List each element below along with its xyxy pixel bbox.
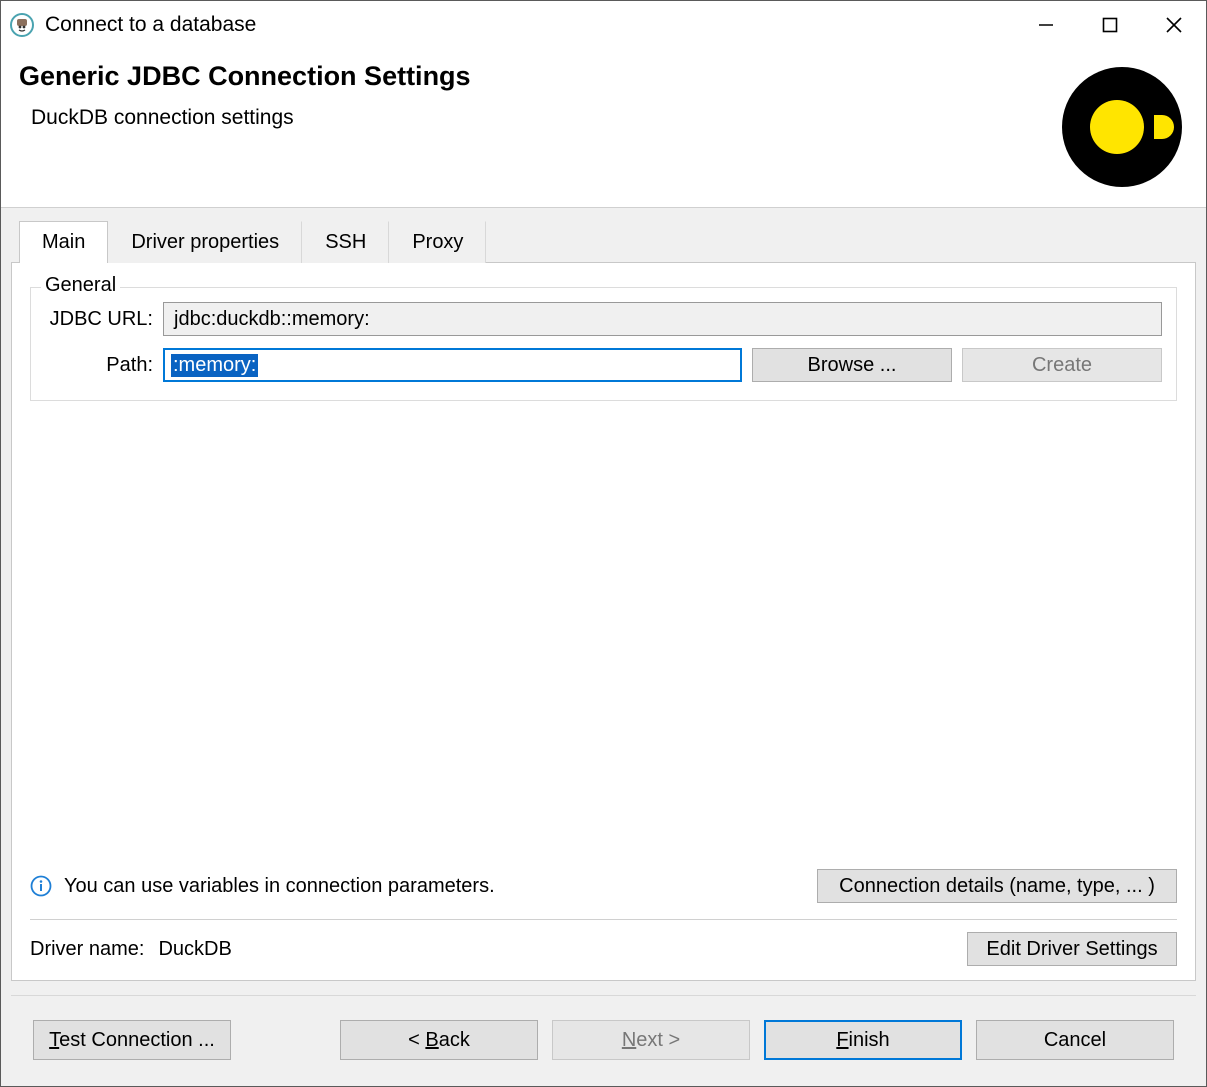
tab-driver-properties[interactable]: Driver properties	[108, 221, 302, 263]
tab-panel-main: General JDBC URL: jdbc:duckdb::memory: P…	[11, 262, 1196, 981]
dialog-header: Generic JDBC Connection Settings DuckDB …	[1, 49, 1206, 207]
connection-details-button[interactable]: Connection details (name, type, ... )	[817, 869, 1177, 903]
header-text: Generic JDBC Connection Settings DuckDB …	[19, 61, 471, 130]
driver-name-label: Driver name:	[30, 938, 144, 961]
dialog-footer: Test Connection ... < Back Next > Finish…	[11, 995, 1196, 1086]
content-area: Main Driver properties SSH Proxy General…	[1, 207, 1206, 1086]
window-controls	[1014, 1, 1206, 49]
page-subtitle: DuckDB connection settings	[19, 106, 471, 130]
info-row: You can use variables in connection para…	[30, 855, 1177, 913]
back-button[interactable]: < Back	[340, 1020, 538, 1060]
driver-name-value: DuckDB	[158, 938, 231, 961]
dialog-window: Connect to a database Generic JDBC Conne…	[0, 0, 1207, 1087]
path-input-value: :memory:	[171, 354, 258, 377]
fieldset-general: General JDBC URL: jdbc:duckdb::memory: P…	[30, 287, 1177, 401]
duckdb-logo-icon	[1062, 67, 1182, 187]
maximize-button[interactable]	[1078, 1, 1142, 49]
window-title: Connect to a database	[45, 13, 1014, 37]
row-jdbc-url: JDBC URL: jdbc:duckdb::memory:	[45, 302, 1162, 336]
create-button[interactable]: Create	[962, 348, 1162, 382]
titlebar: Connect to a database	[1, 1, 1206, 49]
row-path: Path: :memory: Browse ... Create	[45, 348, 1162, 382]
app-icon	[9, 12, 35, 38]
info-text: You can use variables in connection para…	[64, 875, 495, 898]
page-title: Generic JDBC Connection Settings	[19, 61, 471, 92]
path-input[interactable]: :memory:	[163, 348, 742, 382]
jdbc-url-value: jdbc:duckdb::memory:	[163, 302, 1162, 336]
tabstrip: Main Driver properties SSH Proxy	[11, 218, 1196, 262]
tab-ssh[interactable]: SSH	[302, 221, 389, 263]
tab-proxy[interactable]: Proxy	[389, 221, 486, 263]
close-button[interactable]	[1142, 1, 1206, 49]
test-connection-button[interactable]: Test Connection ...	[33, 1020, 231, 1060]
cancel-button[interactable]: Cancel	[976, 1020, 1174, 1060]
minimize-button[interactable]	[1014, 1, 1078, 49]
driver-row: Driver name: DuckDB Edit Driver Settings	[30, 920, 1177, 972]
next-button[interactable]: Next >	[552, 1020, 750, 1060]
browse-button[interactable]: Browse ...	[752, 348, 952, 382]
path-label: Path:	[45, 354, 153, 377]
finish-button[interactable]: Finish	[764, 1020, 962, 1060]
jdbc-url-label: JDBC URL:	[45, 308, 153, 331]
edit-driver-settings-button[interactable]: Edit Driver Settings	[967, 932, 1177, 966]
tab-main[interactable]: Main	[19, 221, 108, 263]
info-icon	[30, 875, 52, 897]
fieldset-legend: General	[41, 274, 120, 297]
